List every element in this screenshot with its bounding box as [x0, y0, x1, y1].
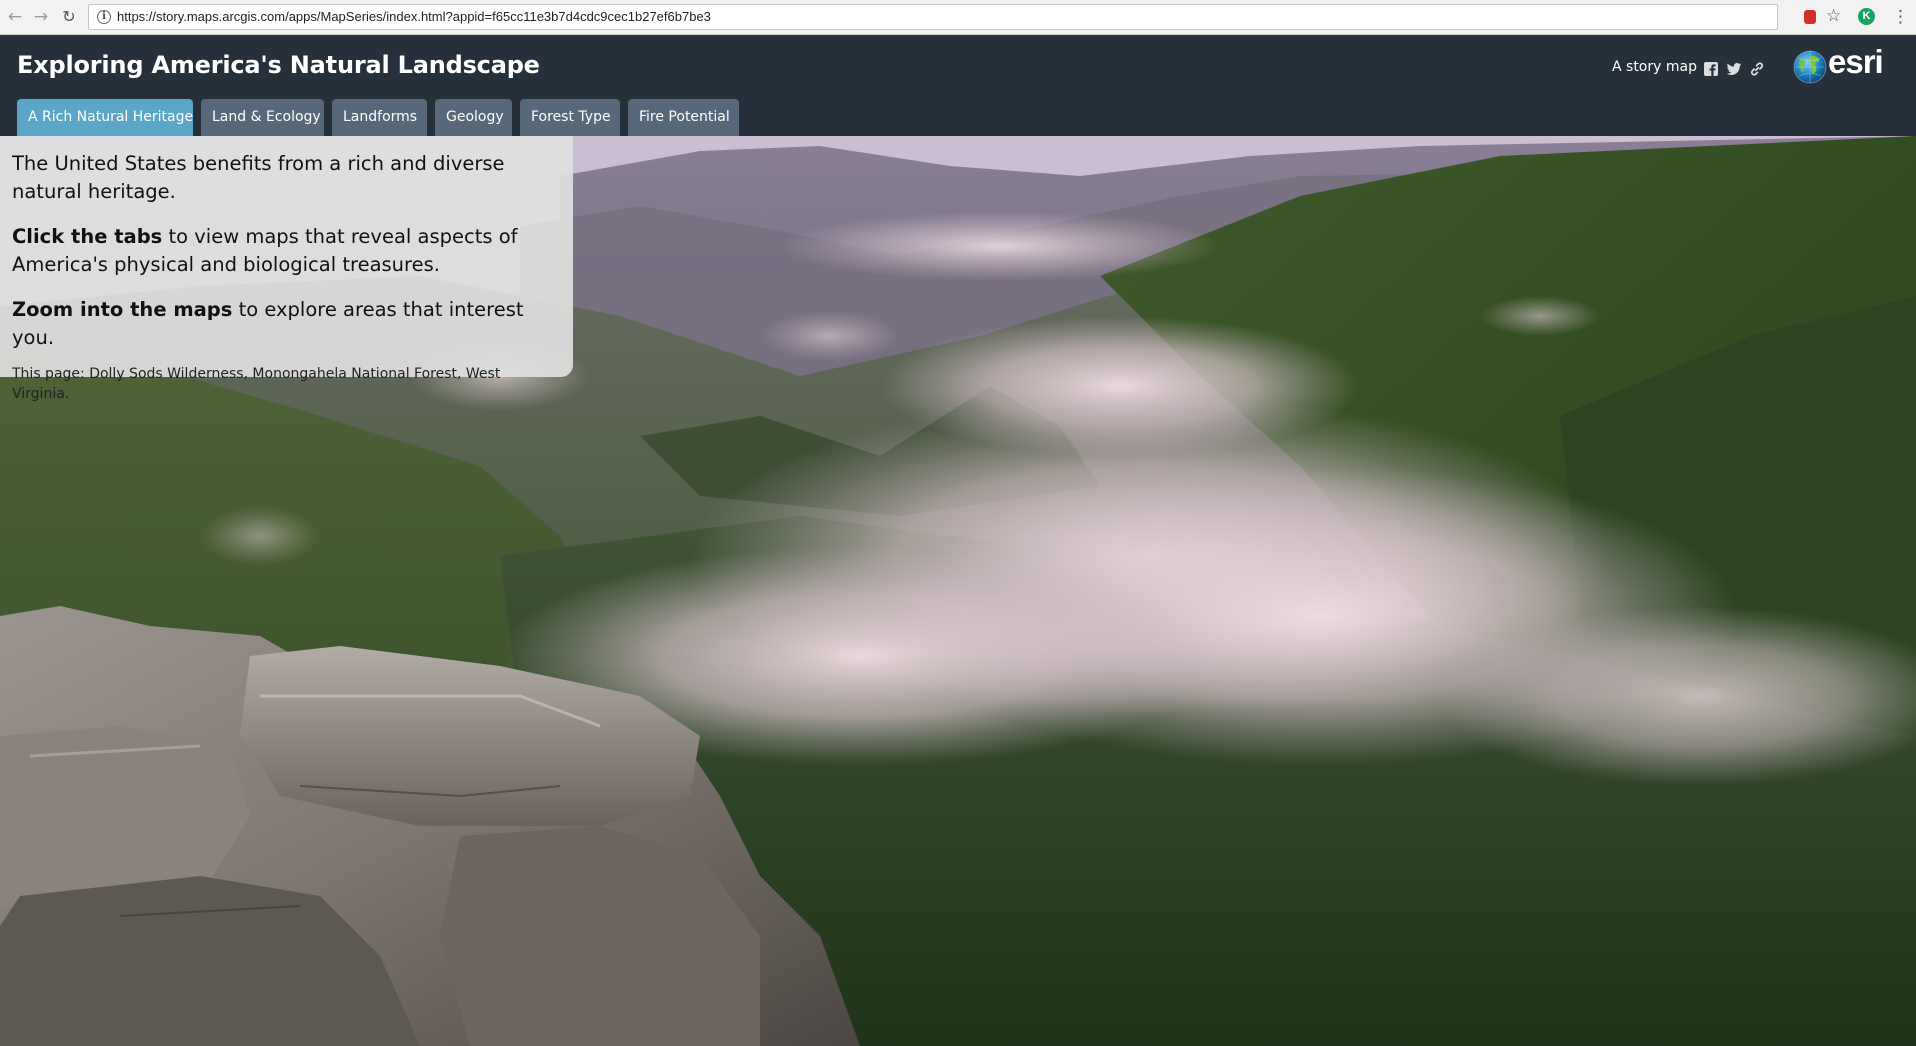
browser-menu-icon[interactable]: ⋮: [1892, 6, 1909, 28]
blocked-content-icon[interactable]: [1804, 10, 1816, 24]
link-icon[interactable]: [1749, 61, 1765, 77]
reload-icon[interactable]: ↻: [58, 6, 80, 28]
twitter-icon[interactable]: [1726, 61, 1742, 77]
globe-icon: [1793, 50, 1827, 84]
tab-geology[interactable]: Geology: [435, 99, 512, 136]
esri-wordmark: esri: [1828, 43, 1884, 80]
photo-caption: This page: Dolly Sods Wilderness, Monong…: [12, 366, 501, 402]
address-bar[interactable]: i https://story.maps.arcgis.com/apps/Map…: [88, 4, 1778, 30]
story-map-label: A story map: [1612, 59, 1697, 75]
tab-fire-potential[interactable]: Fire Potential: [628, 99, 739, 136]
browser-toolbar: ← → ↻ i https://story.maps.arcgis.com/ap…: [0, 0, 1916, 35]
tab-rich-natural-heritage[interactable]: A Rich Natural Heritage: [17, 99, 193, 136]
site-info-icon[interactable]: i: [97, 10, 111, 24]
bookmark-star-icon[interactable]: ☆: [1826, 5, 1841, 27]
extension-icon[interactable]: K: [1858, 8, 1875, 25]
page-title: Exploring America's Natural Landscape: [17, 51, 540, 79]
zoom-instruction: Zoom into the maps to explore areas that…: [12, 296, 561, 352]
url-text: https://story.maps.arcgis.com/apps/MapSe…: [117, 9, 711, 24]
tab-landforms[interactable]: Landforms: [332, 99, 427, 136]
intro-text: The United States benefits from a rich a…: [12, 152, 505, 203]
tab-land-ecology[interactable]: Land & Ecology: [201, 99, 324, 136]
app-header: Exploring America's Natural Landscape A …: [0, 35, 1916, 136]
intro-panel: The United States benefits from a rich a…: [0, 136, 573, 402]
zoom-instruction-bold: Zoom into the maps: [12, 298, 233, 321]
tabs-instruction: Click the tabs to view maps that reveal …: [12, 223, 561, 279]
back-arrow-icon[interactable]: ←: [4, 6, 26, 28]
facebook-icon[interactable]: [1703, 61, 1719, 77]
forward-arrow-icon[interactable]: →: [30, 6, 52, 28]
esri-logo[interactable]: esri: [1792, 43, 1892, 89]
tabs-instruction-bold: Click the tabs: [12, 225, 163, 248]
tab-forest-type[interactable]: Forest Type: [520, 99, 620, 136]
